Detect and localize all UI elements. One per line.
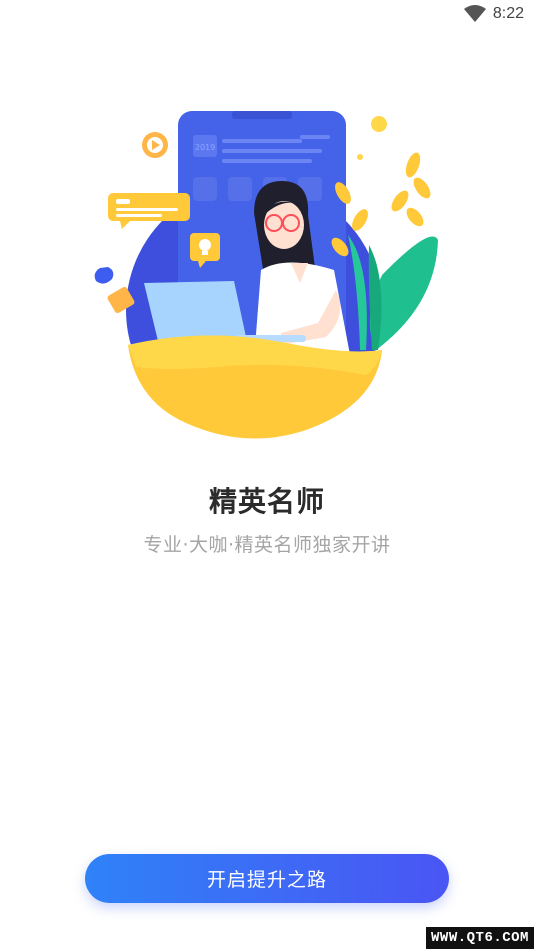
site-watermark: WWW.QT6.COM (426, 927, 534, 949)
status-bar: 8:22 (0, 0, 534, 30)
teacher-illustration: 2019 (94, 111, 438, 439)
hero-illustration: 2019 (86, 105, 446, 440)
laptop-icon (144, 281, 246, 341)
page-subtitle: 专业·大咖·精英名师独家开讲 (143, 534, 391, 556)
start-button[interactable]: 开启提升之路 (85, 854, 449, 903)
wifi-icon (464, 5, 486, 22)
phone-year-label: 2019 (195, 143, 215, 152)
status-time: 8:22 (492, 5, 524, 22)
page-title: 精英名师 (208, 485, 325, 518)
